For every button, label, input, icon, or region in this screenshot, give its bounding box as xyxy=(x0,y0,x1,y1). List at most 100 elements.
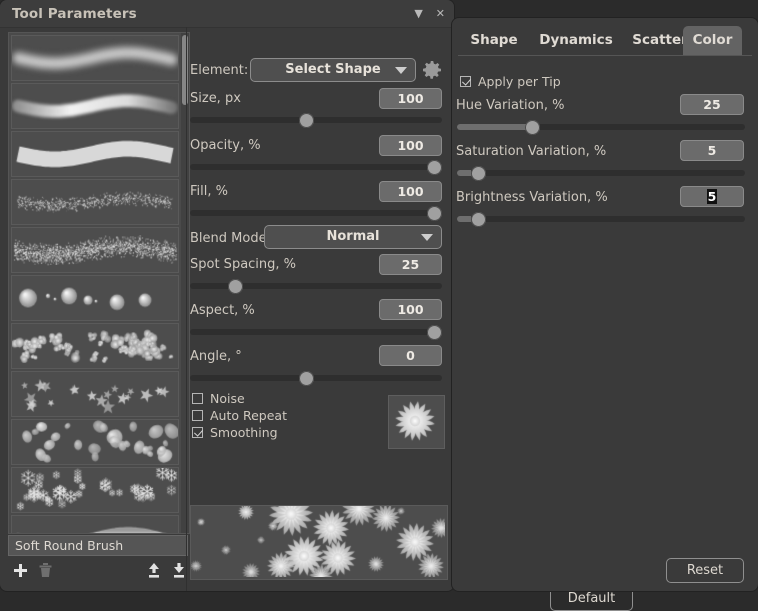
slider-knob-size[interactable] xyxy=(299,113,314,128)
checkbox-box-smoothing xyxy=(192,427,203,438)
slider-fill-brightness-variation xyxy=(457,216,471,222)
slider-value-hue-variation[interactable]: 25 xyxy=(680,94,744,115)
checkbox-auto-repeat[interactable]: Auto Repeat xyxy=(192,408,287,423)
brush-preset-list[interactable] xyxy=(8,32,190,534)
window-body: Soft Round Brush Element: Select Shape S… xyxy=(0,27,454,591)
blend-mode-value: Normal xyxy=(327,229,380,244)
brush-preset-item[interactable] xyxy=(11,419,179,465)
slider-track-size[interactable] xyxy=(190,117,442,123)
chevron-down-icon xyxy=(395,67,407,74)
app-root: Tool Parameters ▼ ✕ Soft Round Brush Ele… xyxy=(0,0,758,591)
brush-options-window: Shape Dynamics Scattering Color Apply pe… xyxy=(452,18,758,591)
checkbox-box-noise xyxy=(192,393,203,404)
tool-parameters-window: Tool Parameters ▼ ✕ Soft Round Brush Ele… xyxy=(0,0,454,591)
window-titlebar[interactable]: Tool Parameters ▼ ✕ xyxy=(0,0,454,28)
tab-dynamics[interactable]: Dynamics xyxy=(530,26,622,55)
slider-label-spot-spacing: Spot Spacing, % xyxy=(190,257,296,272)
slider-knob-aspect[interactable] xyxy=(427,325,442,340)
slider-track-hue-variation[interactable] xyxy=(457,124,745,130)
brush-preset-item[interactable] xyxy=(11,179,179,225)
brush-preset-item[interactable] xyxy=(11,35,179,81)
checkbox-box-auto-repeat xyxy=(192,410,203,421)
checkbox-label-smoothing: Smoothing xyxy=(210,425,278,440)
checkbox-apply-per-tip[interactable]: Apply per Tip xyxy=(460,74,561,89)
plus-icon[interactable] xyxy=(12,562,29,583)
slider-fill-hue-variation xyxy=(457,124,529,130)
checkbox-label-apply-per-tip: Apply per Tip xyxy=(478,74,561,89)
slider-track-angle[interactable] xyxy=(190,375,442,381)
blend-mode-label: Blend Mode: xyxy=(190,231,271,246)
slider-knob-angle[interactable] xyxy=(299,371,314,386)
slider-value-opacity[interactable]: 100 xyxy=(379,135,442,156)
close-icon[interactable]: ✕ xyxy=(436,8,445,19)
slider-label-size: Size, px xyxy=(190,91,241,106)
slider-knob-spot-spacing[interactable] xyxy=(228,279,243,294)
trash-icon[interactable] xyxy=(38,562,53,583)
brush-name-field[interactable]: Soft Round Brush xyxy=(8,535,188,556)
slider-label-angle: Angle, ° xyxy=(190,349,242,364)
reset-button[interactable]: Reset xyxy=(666,558,744,583)
slider-label-saturation-variation: Saturation Variation, % xyxy=(456,144,606,159)
brush-preset-item[interactable] xyxy=(11,467,179,513)
checkbox-label-auto-repeat: Auto Repeat xyxy=(210,408,287,423)
slider-value-aspect[interactable]: 100 xyxy=(379,299,442,320)
slider-value-fill[interactable]: 100 xyxy=(379,181,442,202)
tab-shape[interactable]: Shape xyxy=(458,26,530,55)
brush-preset-item[interactable] xyxy=(11,275,179,321)
slider-knob-brightness-variation[interactable] xyxy=(471,212,486,227)
checkbox-label-noise: Noise xyxy=(210,391,245,406)
slider-value-brightness-variation[interactable]: 5 xyxy=(680,186,744,207)
checkbox-smoothing[interactable]: Smoothing xyxy=(192,425,278,440)
slider-track-aspect[interactable] xyxy=(190,329,442,335)
slider-track-saturation-variation[interactable] xyxy=(457,170,745,176)
brush-options-body: Shape Dynamics Scattering Color Apply pe… xyxy=(452,18,758,591)
brush-preset-item[interactable] xyxy=(11,371,179,417)
element-label: Element: xyxy=(190,63,248,78)
tab-bar: Shape Dynamics Scattering Color xyxy=(452,26,758,55)
checkbox-box-apply-per-tip xyxy=(460,76,471,87)
slider-value-spot-spacing[interactable]: 25 xyxy=(379,254,442,275)
slider-value-brightness-variation-text: 5 xyxy=(707,189,718,204)
titlebar-buttons: ▼ ✕ xyxy=(414,0,445,27)
slider-label-fill: Fill, % xyxy=(190,184,228,199)
chevron-down-icon xyxy=(421,234,433,241)
slider-fill-saturation-variation xyxy=(457,170,471,176)
window-title: Tool Parameters xyxy=(12,6,137,22)
brush-preset-scroll-area[interactable] xyxy=(9,33,181,533)
shape-parameters-panel: Element: Select Shape Size, px 100 Opaci… xyxy=(188,27,450,591)
slider-knob-saturation-variation[interactable] xyxy=(471,166,486,181)
tab-color[interactable]: Color xyxy=(683,26,742,55)
brush-list-toolbar xyxy=(8,560,188,586)
brush-preset-item[interactable] xyxy=(11,323,179,369)
slider-value-size[interactable]: 100 xyxy=(379,88,442,109)
slider-track-opacity[interactable] xyxy=(190,164,442,170)
color-tab-panel: Apply per Tip Hue Variation, % 25 Satura… xyxy=(452,56,758,556)
element-value: Select Shape xyxy=(285,62,380,77)
column-divider xyxy=(186,27,187,591)
chevron-down-icon[interactable]: ▼ xyxy=(414,8,422,19)
slider-track-spot-spacing[interactable] xyxy=(190,283,442,289)
checkbox-noise[interactable]: Noise xyxy=(192,391,245,406)
slider-track-fill[interactable] xyxy=(190,210,442,216)
slider-label-aspect: Aspect, % xyxy=(190,303,255,318)
slider-label-hue-variation: Hue Variation, % xyxy=(456,98,564,113)
slider-label-opacity: Opacity, % xyxy=(190,138,261,153)
brush-stroke-preview xyxy=(190,505,448,580)
brush-preset-item[interactable] xyxy=(11,515,179,534)
slider-knob-hue-variation[interactable] xyxy=(525,120,540,135)
brush-preset-item[interactable] xyxy=(11,131,179,177)
brush-preset-item[interactable] xyxy=(11,83,179,129)
import-icon[interactable] xyxy=(146,562,162,584)
slider-knob-opacity[interactable] xyxy=(427,160,442,175)
element-combobox[interactable]: Select Shape xyxy=(250,58,416,82)
slider-knob-fill[interactable] xyxy=(427,206,442,221)
gear-icon[interactable] xyxy=(420,58,444,86)
brush-preset-item[interactable] xyxy=(11,227,179,273)
brush-tip-thumbnail[interactable] xyxy=(388,395,445,449)
slider-value-angle[interactable]: 0 xyxy=(379,345,442,366)
export-icon[interactable] xyxy=(171,562,187,584)
slider-label-brightness-variation: Brightness Variation, % xyxy=(456,190,608,205)
slider-track-brightness-variation[interactable] xyxy=(457,216,745,222)
blend-mode-combobox[interactable]: Normal xyxy=(264,225,442,249)
slider-value-saturation-variation[interactable]: 5 xyxy=(680,140,744,161)
